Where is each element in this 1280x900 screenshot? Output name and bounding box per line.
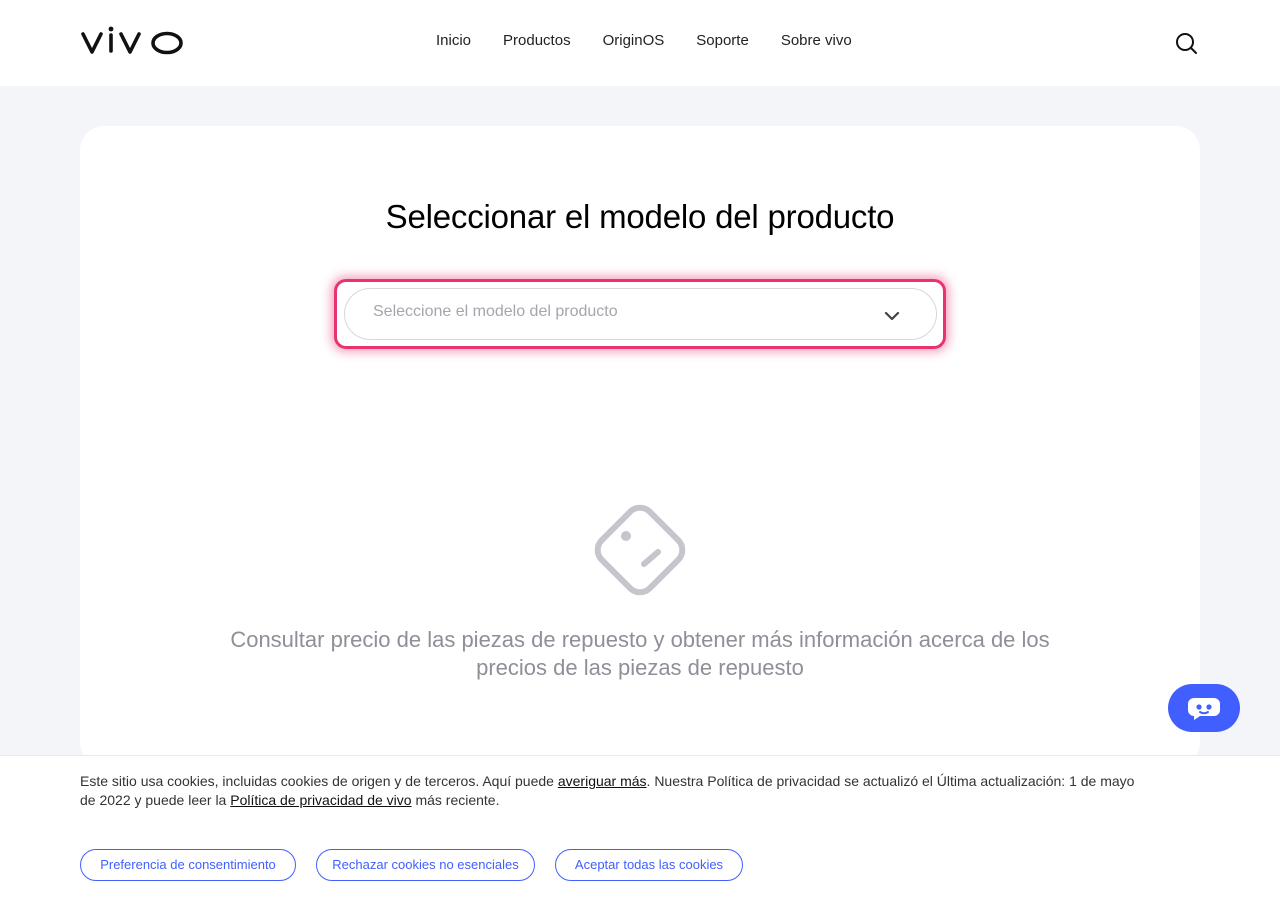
cookie-banner: Este sitio usa cookies, incluidas cookie… xyxy=(0,755,1280,900)
nav-inicio[interactable]: Inicio xyxy=(436,31,471,51)
nav-sobre-vivo[interactable]: Sobre vivo xyxy=(781,31,852,51)
cookie-text: Este sitio usa cookies, incluidas cookie… xyxy=(80,772,1140,810)
accept-cookies-button[interactable]: Aceptar todas las cookies xyxy=(555,849,743,881)
nav-originos[interactable]: OriginOS xyxy=(603,31,665,51)
empty-state-text: Consultar precio de las piezas de repues… xyxy=(230,627,1050,680)
vivo-logo[interactable]: vivo xyxy=(80,26,184,58)
learn-more-link[interactable]: averiguar más xyxy=(558,773,647,789)
nav-productos[interactable]: Productos xyxy=(503,31,571,51)
cookie-text-part1: Este sitio usa cookies, incluidas cookie… xyxy=(80,773,558,789)
chat-assistant-button[interactable] xyxy=(1168,684,1240,732)
reject-cookies-button[interactable]: Rechazar cookies no esenciales xyxy=(316,849,535,881)
cookie-text-part3: más reciente. xyxy=(411,792,500,808)
main-nav: Inicio Productos OriginOS Soporte Sobre … xyxy=(436,31,852,51)
privacy-policy-link[interactable]: Política de privacidad de vivo xyxy=(230,792,411,808)
search-icon[interactable] xyxy=(1174,31,1198,55)
chevron-down-icon xyxy=(884,311,900,321)
product-model-select[interactable]: Seleccione el modelo del producto xyxy=(344,288,937,340)
tag-face-icon xyxy=(594,504,686,596)
consent-preference-button[interactable]: Preferencia de consentimiento xyxy=(80,849,296,881)
nav-soporte[interactable]: Soporte xyxy=(696,31,749,51)
chatbot-icon xyxy=(1188,698,1220,720)
select-placeholder: Seleccione el modelo del producto xyxy=(373,303,618,320)
page-title: Seleccionar el modelo del producto xyxy=(385,198,895,235)
site-header: vivo Inicio Productos OriginOS Soporte S… xyxy=(0,0,1280,86)
